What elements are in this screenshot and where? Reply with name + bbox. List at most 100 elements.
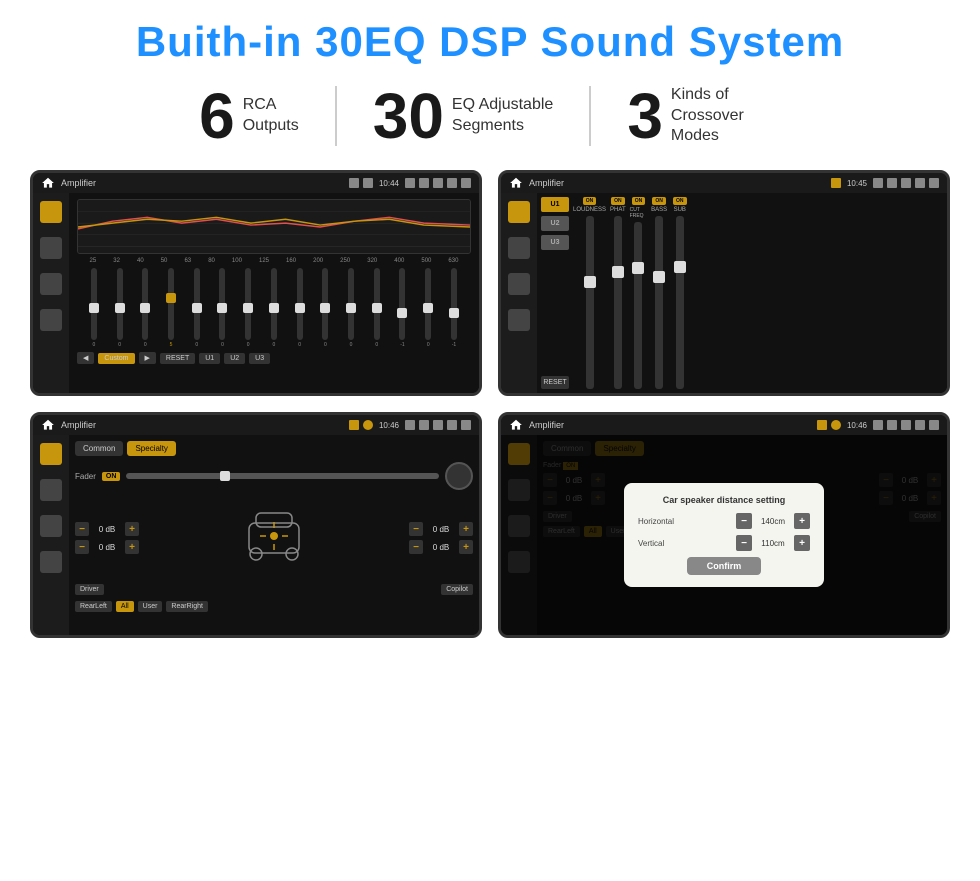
mixer-u3-btn[interactable]: U3 <box>541 235 569 250</box>
mixer-sidebar-icon-1[interactable] <box>508 201 530 223</box>
slider-13[interactable]: -1 <box>399 268 405 348</box>
slider-8[interactable]: 0 <box>271 268 277 348</box>
user-btn[interactable]: User <box>138 601 163 612</box>
spk-rect-icon <box>447 420 457 430</box>
mixer-rect-icon <box>915 178 925 188</box>
dialog-screen-content: Common Specialty Fader ON −0 dB+ −0 dB+ … <box>501 435 947 635</box>
dlg-dot2-icon <box>831 420 841 430</box>
car-diagram <box>234 498 314 578</box>
slider-6[interactable]: 0 <box>219 268 225 348</box>
slider-1[interactable]: 0 <box>91 268 97 348</box>
dialog-horizontal-row: Horizontal − 140cm + <box>638 513 810 529</box>
slider-4[interactable]: 5 <box>168 268 174 348</box>
eq-reset-btn[interactable]: RESET <box>160 353 195 364</box>
slider-10[interactable]: 0 <box>322 268 328 348</box>
specialty-tab[interactable]: Specialty <box>127 441 175 456</box>
all-btn[interactable]: All <box>116 601 134 612</box>
slider-2[interactable]: 0 <box>117 268 123 348</box>
fader-knob[interactable] <box>445 462 473 490</box>
bass-label: BASS <box>651 207 667 213</box>
slider-3[interactable]: 0 <box>142 268 148 348</box>
dialog-vertical-row: Vertical − 110cm + <box>638 535 810 551</box>
spk-sidebar-icon-1[interactable] <box>40 443 62 465</box>
horizontal-minus-btn[interactable]: − <box>736 513 752 529</box>
db-plus-4[interactable]: + <box>459 540 473 554</box>
driver-btn[interactable]: Driver <box>75 584 104 595</box>
slider-11[interactable]: 0 <box>348 268 354 348</box>
channel-phat: ON PHAT <box>609 197 627 389</box>
db-minus-3[interactable]: − <box>409 522 423 536</box>
mixer-u1-btn[interactable]: U1 <box>541 197 569 212</box>
spk-vol-icon <box>419 420 429 430</box>
mixer-sidebar-icon-2[interactable] <box>508 237 530 259</box>
confirm-button[interactable]: Confirm <box>687 557 762 575</box>
speaker-main: Common Specialty Fader ON <box>69 435 479 635</box>
dialog-box: Car speaker distance setting Horizontal … <box>624 483 824 587</box>
speaker-topbar: Amplifier 10:46 <box>33 415 479 435</box>
mixer-x-icon <box>901 178 911 188</box>
db-plus-3[interactable]: + <box>459 522 473 536</box>
eq-number: 30 <box>373 84 444 148</box>
rearleft-btn[interactable]: RearLeft <box>75 601 112 612</box>
phat-on-btn[interactable]: ON <box>611 197 625 205</box>
dlg-back-icon <box>929 420 939 430</box>
db-minus-4[interactable]: − <box>409 540 423 554</box>
eq-sidebar-icon-3[interactable] <box>40 273 62 295</box>
common-tab[interactable]: Common <box>75 441 123 456</box>
mixer-reset-btn[interactable]: RESET <box>541 376 569 389</box>
dlg-x-icon <box>901 420 911 430</box>
db-plus-1[interactable]: + <box>125 522 139 536</box>
crossover-label: Kinds of Crossover Modes <box>671 85 781 147</box>
mixer-u2-btn[interactable]: U2 <box>541 216 569 231</box>
slider-14[interactable]: 0 <box>425 268 431 348</box>
page-title: Buith-in 30EQ DSP Sound System <box>30 18 950 66</box>
fader-on-btn[interactable]: ON <box>102 472 121 481</box>
eq-sidebar-icon-1[interactable] <box>40 201 62 223</box>
copilot-btn[interactable]: Copilot <box>441 584 473 595</box>
dialog-topbar: Amplifier 10:46 <box>501 415 947 435</box>
slider-5[interactable]: 0 <box>194 268 200 348</box>
eq-sidebar-icon-4[interactable] <box>40 309 62 331</box>
eq-topbar: Amplifier 10:44 <box>33 173 479 193</box>
rearright-btn[interactable]: RearRight <box>166 601 208 612</box>
mixer-topbar-icons <box>831 178 841 188</box>
spk-sidebar-icon-4[interactable] <box>40 551 62 573</box>
spk-sidebar-icon-2[interactable] <box>40 479 62 501</box>
slider-15[interactable]: -1 <box>451 268 457 348</box>
sub-on-btn[interactable]: ON <box>673 197 687 205</box>
horizontal-plus-btn[interactable]: + <box>794 513 810 529</box>
mixer-sidebar-icon-4[interactable] <box>508 309 530 331</box>
mixer-channels: ON LOUDNESS ON PHAT <box>573 197 689 389</box>
eq-u1-btn[interactable]: U1 <box>199 353 220 364</box>
eq-u3-btn[interactable]: U3 <box>249 353 270 364</box>
eq-play-btn[interactable]: ▶ <box>139 352 156 364</box>
slider-7[interactable]: 0 <box>245 268 251 348</box>
loudness-label: LOUDNESS <box>573 207 606 213</box>
speaker-tabs: Common Specialty <box>75 441 473 456</box>
dialog-title: Car speaker distance setting <box>638 495 810 505</box>
spk-sidebar-icon-3[interactable] <box>40 515 62 537</box>
cutfreq-on-btn[interactable]: ON <box>632 197 646 205</box>
vertical-plus-btn[interactable]: + <box>794 535 810 551</box>
vertical-minus-btn[interactable]: − <box>736 535 752 551</box>
slider-12[interactable]: 0 <box>374 268 380 348</box>
eq-sidebar-icon-2[interactable] <box>40 237 62 259</box>
mixer-sidebar-icon-3[interactable] <box>508 273 530 295</box>
db-minus-2[interactable]: − <box>75 540 89 554</box>
loudness-on-btn[interactable]: ON <box>583 197 597 205</box>
eq-sidebar <box>33 193 69 393</box>
mixer-screen-card: Amplifier 10:45 <box>498 170 950 396</box>
crossover-number: 3 <box>627 84 663 148</box>
slider-9[interactable]: 0 <box>297 268 303 348</box>
dialog-topbar-icons <box>817 420 841 430</box>
bass-on-btn[interactable]: ON <box>652 197 666 205</box>
db-minus-1[interactable]: − <box>75 522 89 536</box>
eq-u2-btn[interactable]: U2 <box>224 353 245 364</box>
eq-custom-btn[interactable]: Custom <box>98 353 134 364</box>
dialog-topbar-icons2 <box>873 420 939 430</box>
dialog-home-icon <box>509 418 523 432</box>
speaker-sidebar <box>33 435 69 635</box>
db-control-4: − 0 dB + <box>409 540 473 554</box>
eq-prev-btn[interactable]: ◀ <box>77 352 94 364</box>
db-plus-2[interactable]: + <box>125 540 139 554</box>
